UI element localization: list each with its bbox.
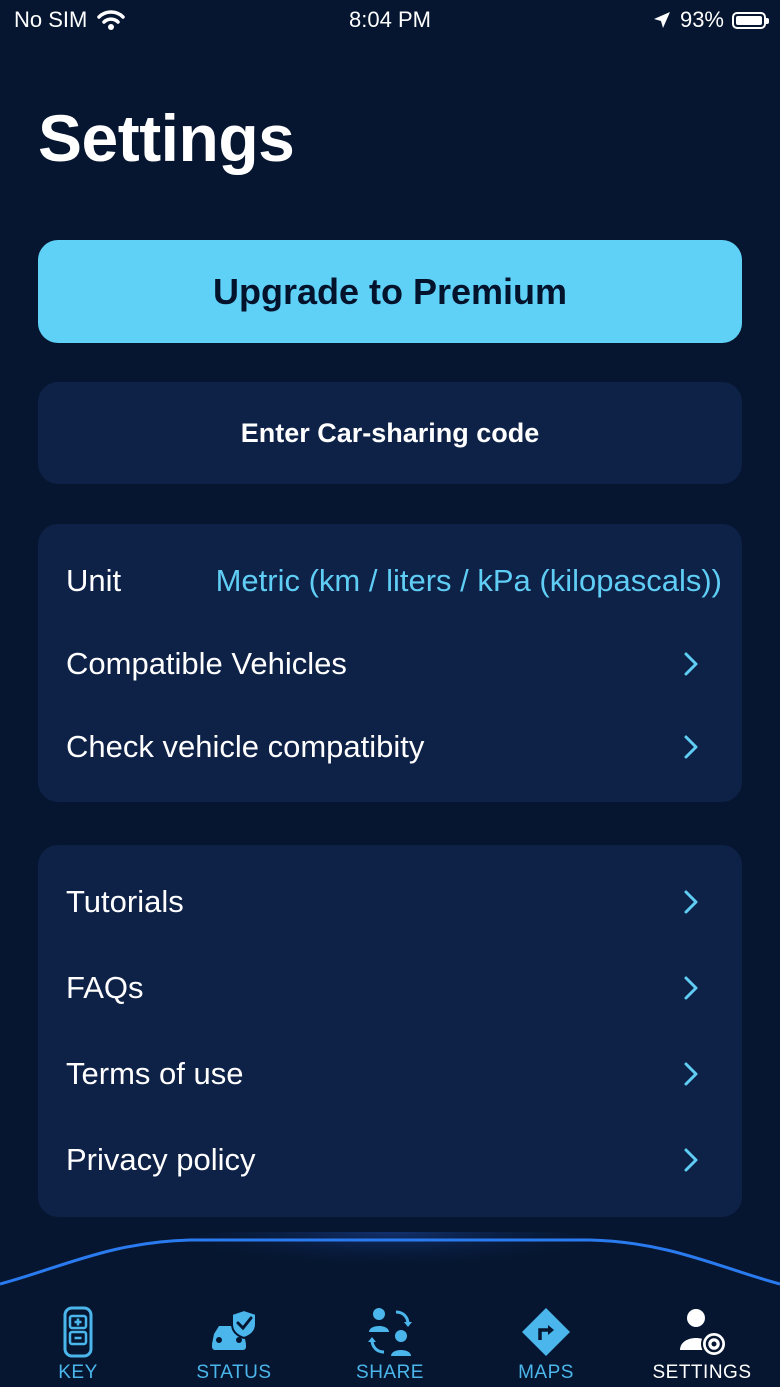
check-compatibility-row[interactable]: Check vehicle compatibity: [38, 717, 742, 777]
car-key-icon: [63, 1306, 93, 1358]
page-title: Settings: [38, 101, 295, 175]
chevron-right-icon: [684, 735, 698, 759]
tab-share-label: SHARE: [356, 1362, 424, 1383]
tab-share[interactable]: SHARE: [312, 1300, 468, 1387]
tab-maps-label: MAPS: [518, 1362, 574, 1383]
tab-settings-label: SETTINGS: [652, 1362, 752, 1383]
upgrade-premium-button[interactable]: Upgrade to Premium: [38, 240, 742, 343]
user-gear-icon: [680, 1309, 727, 1357]
tutorials-row[interactable]: Tutorials: [38, 872, 742, 932]
chevron-right-icon: [684, 1062, 698, 1086]
tab-maps[interactable]: MAPS: [468, 1300, 624, 1387]
unit-value[interactable]: Metric (km / liters / kPa (kilopascals)): [216, 563, 722, 599]
chevron-right-icon: [684, 1148, 698, 1172]
tab-settings[interactable]: SETTINGS: [624, 1300, 780, 1387]
tab-key[interactable]: KEY: [0, 1300, 156, 1387]
car-shield-icon: [212, 1308, 257, 1350]
chevron-right-icon: [684, 976, 698, 1000]
chevron-right-icon: [684, 890, 698, 914]
chevron-right-icon: [684, 652, 698, 676]
info-group-card: Tutorials FAQs Terms of use Privacy poli…: [38, 845, 742, 1217]
battery-icon: [732, 11, 769, 29]
unit-row[interactable]: Unit Metric (km / liters / kPa (kilopasc…: [38, 551, 742, 611]
battery-percent: 93%: [679, 7, 724, 32]
share-users-icon: [368, 1308, 412, 1356]
settings-group-card: Unit Metric (km / liters / kPa (kilopasc…: [38, 524, 742, 802]
car-sharing-code-button[interactable]: Enter Car-sharing code: [38, 382, 742, 484]
privacy-policy-row[interactable]: Privacy policy: [38, 1130, 742, 1190]
faqs-label: FAQs: [66, 970, 144, 1005]
directions-icon: [522, 1308, 570, 1356]
terms-of-use-row[interactable]: Terms of use: [38, 1044, 742, 1104]
status-bar: No SIM 8:04 PM 93%: [0, 0, 780, 40]
check-compatibility-label: Check vehicle compatibity: [66, 729, 425, 764]
status-right: 93%: [652, 7, 769, 33]
location-arrow-icon: [653, 12, 670, 28]
tab-status[interactable]: STATUS: [156, 1300, 312, 1387]
compatible-vehicles-label: Compatible Vehicles: [66, 646, 347, 681]
terms-of-use-label: Terms of use: [66, 1056, 244, 1091]
faqs-row[interactable]: FAQs: [38, 958, 742, 1018]
tab-key-label: KEY: [58, 1362, 98, 1383]
unit-label: Unit: [66, 563, 122, 598]
tutorials-label: Tutorials: [66, 884, 184, 919]
tab-status-label: STATUS: [196, 1362, 272, 1383]
tab-bar: KEY STATUS SHARE MAPS SETTINGS: [0, 1300, 780, 1387]
compatible-vehicles-row[interactable]: Compatible Vehicles: [38, 634, 742, 694]
privacy-policy-label: Privacy policy: [66, 1142, 256, 1177]
